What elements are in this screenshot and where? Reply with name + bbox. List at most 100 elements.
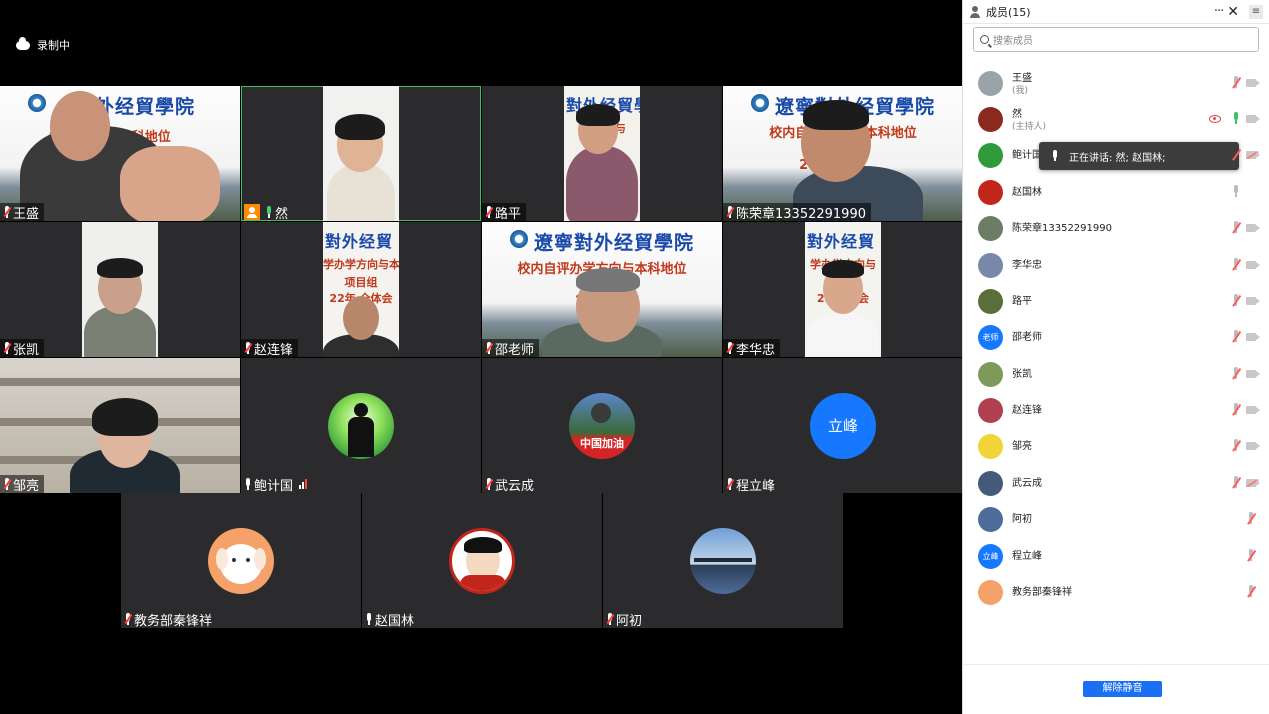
member-row[interactable]: 张凯 xyxy=(963,357,1269,393)
camera-icon[interactable] xyxy=(1246,297,1260,305)
member-name: 邹亮 xyxy=(1012,441,1032,452)
tile-namebar: 赵连锋 xyxy=(241,339,299,357)
video-tile-zouliang[interactable]: 邹亮 xyxy=(0,358,240,493)
camera-icon[interactable] xyxy=(1246,115,1260,123)
camera-icon[interactable] xyxy=(1246,442,1260,450)
recording-indicator: 录制中 xyxy=(16,36,70,53)
mic-muted-icon[interactable] xyxy=(1231,330,1241,344)
school-logo xyxy=(510,230,528,248)
mic-muted-icon[interactable] xyxy=(1231,439,1241,453)
tile-namebar: 路平 xyxy=(482,203,527,222)
participant-name: 王盛 xyxy=(13,206,40,222)
video-tile-zhaolianfeng[interactable]: 對外经貿 学办学方向与本 项目组 22年 全体会 赵连锋 xyxy=(241,222,481,357)
camera-icon[interactable] xyxy=(1246,79,1260,87)
member-name: 阿初 xyxy=(1012,514,1032,525)
recording-label: 录制中 xyxy=(37,39,70,52)
member-avatar xyxy=(978,507,1003,532)
member-row[interactable]: 赵国林 xyxy=(963,175,1269,211)
mic-muted-icon[interactable] xyxy=(1246,585,1256,599)
search-icon xyxy=(980,35,989,44)
participant-name: 路平 xyxy=(495,206,522,222)
member-row[interactable]: 赵连锋 xyxy=(963,393,1269,429)
mic-muted-icon xyxy=(726,478,735,490)
member-name-block: 邹亮 xyxy=(1012,440,1032,453)
video-tile-zhaoguolin[interactable]: 赵国林 xyxy=(362,493,602,628)
tile-namebar: 教务部秦锋祥 xyxy=(121,610,217,628)
video-tile-lihuazhong[interactable]: 對外经貿 学办学方向与 项目组 22年 体会 李华忠 xyxy=(723,222,963,357)
video-tile-wangsheng[interactable]: 外经貿學院 校内 方向与本科地位 王盛 xyxy=(0,86,240,221)
video-tile-ran[interactable]: 然 xyxy=(241,86,481,221)
video-tile-baojiguo[interactable]: 鲍计国 xyxy=(241,358,481,493)
cloud-icon xyxy=(16,36,30,50)
mic-muted-icon[interactable] xyxy=(1246,512,1256,526)
camera-icon[interactable] xyxy=(1246,333,1260,341)
tile-namebar: 赵国林 xyxy=(362,610,419,628)
mic-icon[interactable] xyxy=(1231,185,1241,199)
member-row[interactable]: 李华忠 xyxy=(963,248,1269,284)
video-tile-qinfengxiang[interactable]: 教务部秦锋祥 xyxy=(121,493,361,628)
camera-icon[interactable] xyxy=(1246,406,1260,414)
member-name-block: 武云成 xyxy=(1012,477,1042,490)
school-logo xyxy=(751,94,769,112)
tile-namebar: 陈荣章13352291990 xyxy=(723,203,871,221)
mic-muted-icon[interactable] xyxy=(1231,221,1241,235)
mic-muted-icon[interactable] xyxy=(1231,294,1241,308)
video-tile-chenrongzhang[interactable]: 遼寧對外经貿學院 校内自评 方向与本科地位 202 会议 陈荣章13352291… xyxy=(723,86,963,221)
video-tile-zhangkai[interactable]: 张凯 xyxy=(0,222,240,357)
participant-name: 张凯 xyxy=(13,342,40,358)
video-tile-chenglifeng[interactable]: 立峰 程立峰 xyxy=(723,358,963,493)
video-tile-luping[interactable]: 對外经貿學院 学办 向与 路平 xyxy=(482,86,722,221)
unmute-all-button[interactable]: 解除静音 xyxy=(1083,681,1162,697)
mic-muted-icon[interactable] xyxy=(1231,476,1241,490)
member-avatar xyxy=(978,362,1003,387)
member-row[interactable]: 阿初 xyxy=(963,502,1269,538)
mic-icon[interactable] xyxy=(1231,112,1241,126)
search-placeholder: 搜索成员 xyxy=(993,36,1033,47)
more-options-icon[interactable]: ··· xyxy=(1214,4,1224,19)
member-name-block: 然 (主持人) xyxy=(1012,108,1046,134)
member-name: 李华忠 xyxy=(1012,260,1042,271)
avatar-dog-ear xyxy=(216,547,228,570)
member-row[interactable]: 武云成 xyxy=(963,466,1269,502)
mic-muted-icon[interactable] xyxy=(1246,549,1256,563)
member-row[interactable]: 陈荣章13352291990 xyxy=(963,211,1269,247)
slide-title: 外经貿學院 xyxy=(95,96,196,118)
camera-off-icon[interactable] xyxy=(1246,151,1260,159)
participant-hand xyxy=(120,146,220,221)
member-role: (我) xyxy=(1012,86,1029,96)
member-row[interactable]: 然 (主持人) xyxy=(963,102,1269,138)
member-role: (主持人) xyxy=(1012,122,1047,132)
mic-muted-icon[interactable] xyxy=(1231,403,1241,417)
video-tile-achu[interactable]: 阿初 xyxy=(603,493,843,628)
member-name: 张凯 xyxy=(1012,369,1032,380)
mic-active-icon xyxy=(265,206,273,218)
mic-muted-icon[interactable] xyxy=(1231,76,1241,90)
mic-muted-icon[interactable] xyxy=(1231,258,1241,272)
member-name-block: 李华忠 xyxy=(1012,259,1042,272)
member-row[interactable]: 教务部秦锋祥 xyxy=(963,575,1269,611)
member-row[interactable]: 邹亮 xyxy=(963,429,1269,465)
member-row[interactable]: 老师 邵老师 xyxy=(963,320,1269,356)
mic-muted-icon[interactable] xyxy=(1231,367,1241,381)
camera-off-icon[interactable] xyxy=(1246,479,1260,487)
member-avatar xyxy=(978,398,1003,423)
member-row[interactable]: 路平 xyxy=(963,284,1269,320)
member-avatar xyxy=(978,253,1003,278)
school-logo xyxy=(28,94,46,112)
participant-name: 邹亮 xyxy=(13,478,40,494)
member-avatar: 老师 xyxy=(978,325,1003,350)
collapse-panel-icon[interactable]: ≡ xyxy=(1249,4,1263,19)
member-search-input[interactable]: 搜索成员 xyxy=(973,27,1259,52)
avatar xyxy=(449,527,515,594)
member-avatar xyxy=(978,216,1003,241)
avatar-caption: 中国加油 xyxy=(580,436,624,450)
member-row[interactable]: 王盛 (我) xyxy=(963,66,1269,102)
avatar: 立峰 xyxy=(810,392,876,459)
video-tile-shaolaoshi[interactable]: 遼寧對外经貿學院 校内自评办学方向与本科地位 2022 议 邵老师 xyxy=(482,222,722,357)
camera-icon[interactable] xyxy=(1246,370,1260,378)
close-icon[interactable]: ✕ xyxy=(1227,4,1239,20)
member-row[interactable]: 立峰 程立峰 xyxy=(963,539,1269,575)
video-tile-wuyuncheng[interactable]: 中国加油 武云成 xyxy=(482,358,722,493)
camera-icon[interactable] xyxy=(1246,261,1260,269)
camera-icon[interactable] xyxy=(1246,224,1260,232)
